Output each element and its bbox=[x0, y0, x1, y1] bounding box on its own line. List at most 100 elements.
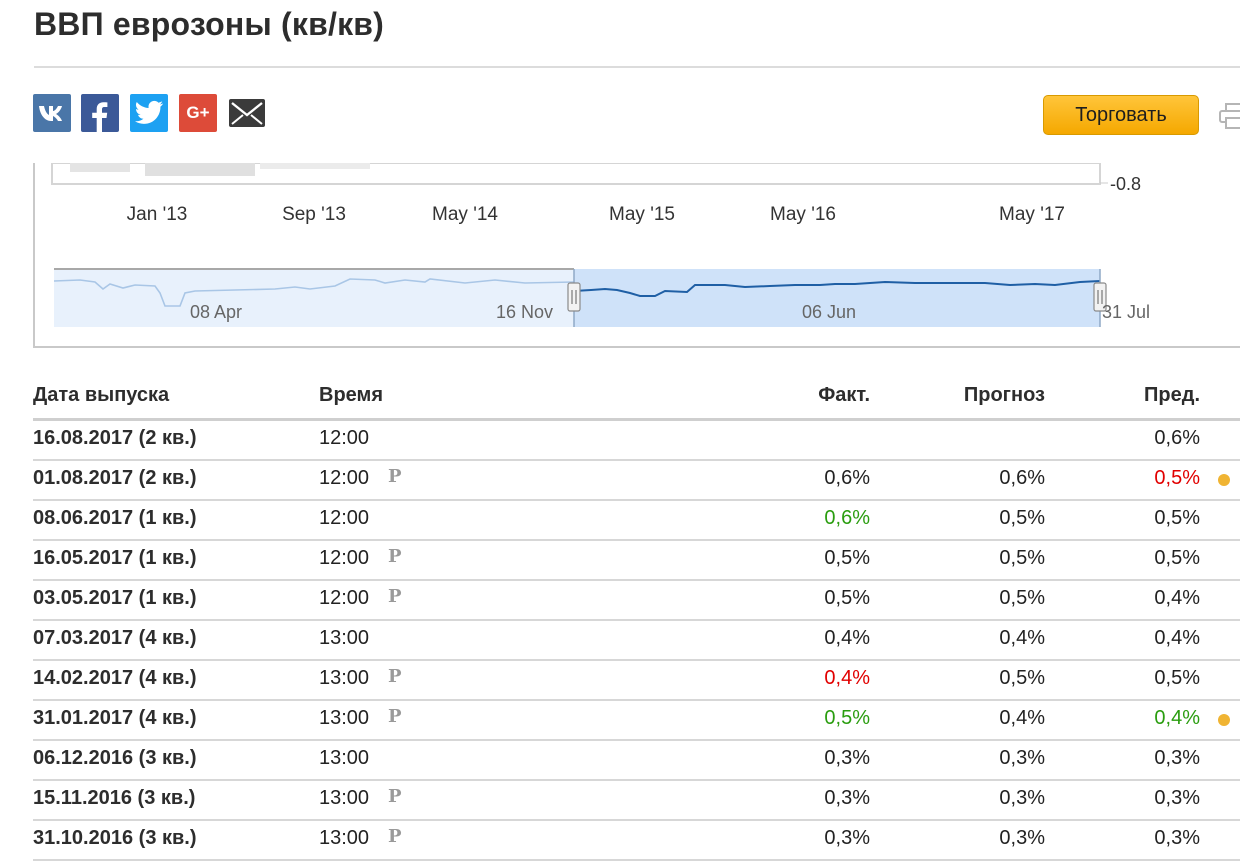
preliminary-icon: P bbox=[388, 586, 402, 607]
release-date: 16.05.2017 (1 кв.) bbox=[33, 547, 197, 569]
forecast-value: 0,3% bbox=[999, 747, 1045, 769]
previous-value: 0,3% bbox=[1154, 747, 1200, 769]
actual-value: 0,3% bbox=[824, 827, 870, 849]
release-time: 12:00 bbox=[319, 587, 370, 609]
table-row: 16.05.2017 (1 кв.) 12:00 P 0,5% 0,5% 0,5% bbox=[0, 540, 1240, 581]
forecast-value: 0,6% bbox=[999, 467, 1045, 489]
x-tick-may17: May '17 bbox=[999, 204, 1065, 225]
release-time: 12:00 bbox=[319, 427, 370, 449]
navigator-tick-31jul: 31 Jul bbox=[1102, 302, 1150, 322]
previous-value: 0,5% bbox=[1154, 507, 1200, 529]
release-time: 13:00 bbox=[319, 707, 370, 729]
forecast-value: 0,5% bbox=[999, 547, 1045, 569]
actual-value: 0,6% bbox=[824, 467, 870, 489]
previous-value: 0,4% bbox=[1154, 627, 1200, 649]
table-row: 31.10.2016 (3 кв.) 13:00 P 0,3% 0,3% 0,3% bbox=[0, 820, 1240, 861]
release-date: 31.01.2017 (4 кв.) bbox=[33, 707, 197, 729]
facebook-icon[interactable] bbox=[81, 94, 119, 132]
navigator-tick-06jun: 06 Jun bbox=[802, 302, 856, 322]
forecast-value: 0,5% bbox=[999, 587, 1045, 609]
release-date: 14.02.2017 (4 кв.) bbox=[33, 667, 197, 689]
table-header: Дата выпуска Время Факт. Прогноз Пред. bbox=[0, 372, 1240, 420]
header-forecast[interactable]: Прогноз bbox=[964, 384, 1045, 407]
preliminary-icon: P bbox=[388, 706, 402, 727]
vk-icon[interactable] bbox=[33, 94, 71, 132]
release-time: 12:00 bbox=[319, 547, 370, 569]
x-tick-may15: May '15 bbox=[609, 204, 675, 225]
gdp-chart[interactable]: -0.8 Jan '13 Sep '13 May '14 May '15 May… bbox=[33, 163, 1240, 348]
actual-value: 0,3% bbox=[824, 747, 870, 769]
navigator-left-handle[interactable] bbox=[567, 282, 581, 312]
table-row: 08.06.2017 (1 кв.) 12:00 0,6% 0,5% 0,5% bbox=[0, 500, 1240, 541]
release-time: 13:00 bbox=[319, 667, 370, 689]
previous-value: 0,5% bbox=[1154, 547, 1200, 569]
x-tick-sep13: Sep '13 bbox=[282, 204, 346, 225]
revised-dot-icon[interactable] bbox=[1218, 474, 1230, 486]
previous-value: 0,4% bbox=[1154, 587, 1200, 609]
forecast-value: 0,5% bbox=[999, 667, 1045, 689]
previous-value: 0,4% bbox=[1154, 707, 1200, 729]
navigator[interactable]: 08 Apr 16 Nov 06 Jun 31 Jul bbox=[53, 268, 1150, 327]
table-row: 07.03.2017 (4 кв.) 13:00 0,4% 0,4% 0,4% bbox=[0, 620, 1240, 661]
revised-dot-icon[interactable] bbox=[1218, 714, 1230, 726]
release-date: 31.10.2016 (3 кв.) bbox=[33, 827, 197, 849]
x-tick-may16: May '16 bbox=[770, 204, 836, 225]
title-divider bbox=[34, 66, 1240, 68]
table-row: 16.08.2017 (2 кв.) 12:00 0,6% bbox=[0, 420, 1240, 461]
forecast-value: 0,4% bbox=[999, 707, 1045, 729]
forecast-value: 0,3% bbox=[999, 787, 1045, 809]
release-date: 16.08.2017 (2 кв.) bbox=[33, 427, 197, 449]
actual-value: 0,5% bbox=[824, 587, 870, 609]
release-time: 13:00 bbox=[319, 787, 370, 809]
actual-value: 0,6% bbox=[824, 507, 870, 529]
release-time: 13:00 bbox=[319, 747, 370, 769]
previous-value: 0,3% bbox=[1154, 787, 1200, 809]
previous-value: 0,6% bbox=[1154, 427, 1200, 449]
navigator-tick-16nov: 16 Nov bbox=[496, 302, 553, 322]
table-row: 14.02.2017 (4 кв.) 13:00 P 0,4% 0,5% 0,5% bbox=[0, 660, 1240, 701]
release-date: 01.08.2017 (2 кв.) bbox=[33, 467, 197, 489]
header-time[interactable]: Время bbox=[319, 384, 383, 407]
release-date: 15.11.2016 (3 кв.) bbox=[33, 787, 196, 809]
x-tick-jan13: Jan '13 bbox=[127, 204, 188, 225]
twitter-icon[interactable] bbox=[130, 94, 168, 132]
forecast-value: 0,3% bbox=[999, 827, 1045, 849]
table-row: 01.08.2017 (2 кв.) 12:00 P 0,6% 0,6% 0,5% bbox=[0, 460, 1240, 501]
navigator-tick-08apr: 08 Apr bbox=[190, 302, 242, 322]
preliminary-icon: P bbox=[388, 466, 402, 487]
header-previous[interactable]: Пред. bbox=[1144, 384, 1200, 407]
page-title: ВВП еврозоны (кв/кв) bbox=[34, 6, 385, 42]
forecast-value: 0,4% bbox=[999, 627, 1045, 649]
print-icon[interactable] bbox=[1218, 98, 1240, 132]
actual-value: 0,3% bbox=[824, 787, 870, 809]
actual-value: 0,4% bbox=[824, 667, 870, 689]
y-tick-label: -0.8 bbox=[1110, 174, 1141, 194]
actual-value: 0,5% bbox=[824, 707, 870, 729]
release-date: 03.05.2017 (1 кв.) bbox=[33, 587, 197, 609]
release-date: 07.03.2017 (4 кв.) bbox=[33, 627, 197, 649]
header-date[interactable]: Дата выпуска bbox=[33, 384, 169, 407]
actual-value: 0,4% bbox=[824, 627, 870, 649]
table-row: 15.11.2016 (3 кв.) 13:00 P 0,3% 0,3% 0,3% bbox=[0, 780, 1240, 821]
release-time: 12:00 bbox=[319, 507, 370, 529]
header-actual[interactable]: Факт. bbox=[818, 384, 870, 407]
release-date: 06.12.2016 (3 кв.) bbox=[33, 747, 197, 769]
trade-button[interactable]: Торговать bbox=[1043, 95, 1199, 135]
release-time: 12:00 bbox=[319, 467, 370, 489]
x-tick-may14: May '14 bbox=[432, 204, 498, 225]
table-row: 03.05.2017 (1 кв.) 12:00 P 0,5% 0,5% 0,4% bbox=[0, 580, 1240, 621]
release-time: 13:00 bbox=[319, 627, 370, 649]
release-date: 08.06.2017 (1 кв.) bbox=[33, 507, 197, 529]
google-plus-icon[interactable]: G+ bbox=[179, 94, 217, 132]
previous-value: 0,5% bbox=[1154, 667, 1200, 689]
previous-value: 0,5% bbox=[1154, 467, 1200, 489]
preliminary-icon: P bbox=[388, 786, 402, 807]
preliminary-icon: P bbox=[388, 666, 402, 687]
mail-icon[interactable] bbox=[228, 94, 266, 132]
actual-value: 0,5% bbox=[824, 547, 870, 569]
preliminary-icon: P bbox=[388, 546, 402, 567]
previous-value: 0,3% bbox=[1154, 827, 1200, 849]
release-time: 13:00 bbox=[319, 827, 370, 849]
forecast-value: 0,5% bbox=[999, 507, 1045, 529]
preliminary-icon: P bbox=[388, 826, 402, 847]
